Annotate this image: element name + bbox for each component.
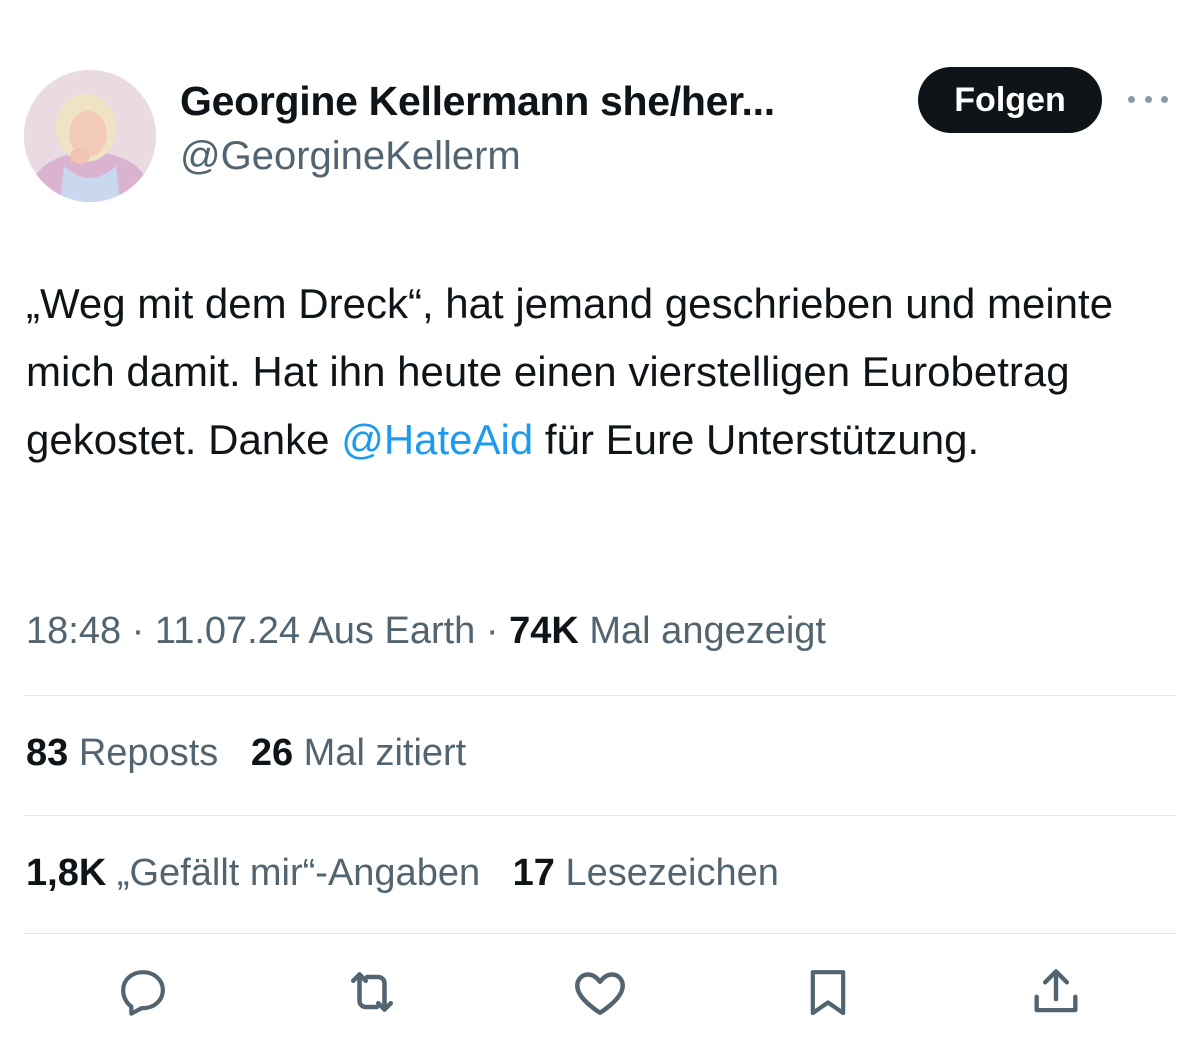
views-label: Mal angezeigt xyxy=(589,610,826,652)
follow-button[interactable]: Folgen xyxy=(918,67,1102,133)
more-dot xyxy=(1128,95,1135,103)
quotes-count: 26 xyxy=(250,732,294,774)
bookmarks-label: Lesezeichen xyxy=(565,852,779,894)
author-name[interactable]: Georgine Kellermann she/her... xyxy=(180,78,775,125)
bookmarks-stat[interactable]: 17 Lesezeichen xyxy=(513,852,779,894)
tweet-source: Aus Earth xyxy=(308,610,476,652)
heart-icon[interactable] xyxy=(568,960,632,1024)
tweet-text: „Weg mit dem Dreck“, hat jemand geschrie… xyxy=(26,270,1186,474)
meta-separator: · xyxy=(485,610,510,652)
divider xyxy=(24,815,1176,816)
views-count: 74K xyxy=(509,610,579,652)
tweet-time[interactable]: 18:48 xyxy=(26,610,121,652)
bookmarks-count: 17 xyxy=(512,852,555,894)
likes-label: „Gefällt mir“-Angaben xyxy=(116,852,481,894)
stats-row-reposts: 83 Reposts 26 Mal zitiert xyxy=(26,732,488,775)
reposts-stat[interactable]: 83 Reposts xyxy=(26,732,218,774)
bookmark-icon[interactable] xyxy=(796,960,860,1024)
more-dot xyxy=(1144,95,1152,103)
repost-icon[interactable] xyxy=(340,960,404,1024)
reply-icon[interactable] xyxy=(111,960,175,1024)
more-dot xyxy=(1161,95,1168,103)
likes-count: 1,8K xyxy=(26,852,107,894)
divider xyxy=(24,695,1176,696)
meta-separator: · xyxy=(131,610,155,652)
tweet-date[interactable]: 11.07.24 xyxy=(155,610,300,652)
more-icon[interactable] xyxy=(1128,86,1168,112)
quotes-label: Mal zitiert xyxy=(303,732,467,774)
mention-link[interactable]: @HateAid xyxy=(341,416,533,463)
quotes-stat[interactable]: 26 Mal zitiert xyxy=(251,732,466,774)
action-bar xyxy=(0,960,1200,1040)
likes-stat[interactable]: 1,8K „Gefällt mir“-Angaben xyxy=(26,852,480,894)
tweet-text-after: für Eure Unterstützung. xyxy=(533,416,980,463)
reposts-label: Reposts xyxy=(78,732,219,774)
tweet-header: Georgine Kellermann she/her... @Georgine… xyxy=(24,64,1176,202)
author-handle[interactable]: @GeorgineKellerm xyxy=(180,134,521,179)
tweet-meta: 18:48 · 11.07.24 Aus Earth · 74K Mal ang… xyxy=(26,610,826,653)
share-icon[interactable] xyxy=(1024,960,1088,1024)
divider xyxy=(24,933,1176,934)
stats-row-likes: 1,8K „Gefällt mir“-Angaben 17 Lesezeiche… xyxy=(26,852,801,895)
reposts-count: 83 xyxy=(26,732,69,774)
avatar[interactable] xyxy=(24,70,156,202)
